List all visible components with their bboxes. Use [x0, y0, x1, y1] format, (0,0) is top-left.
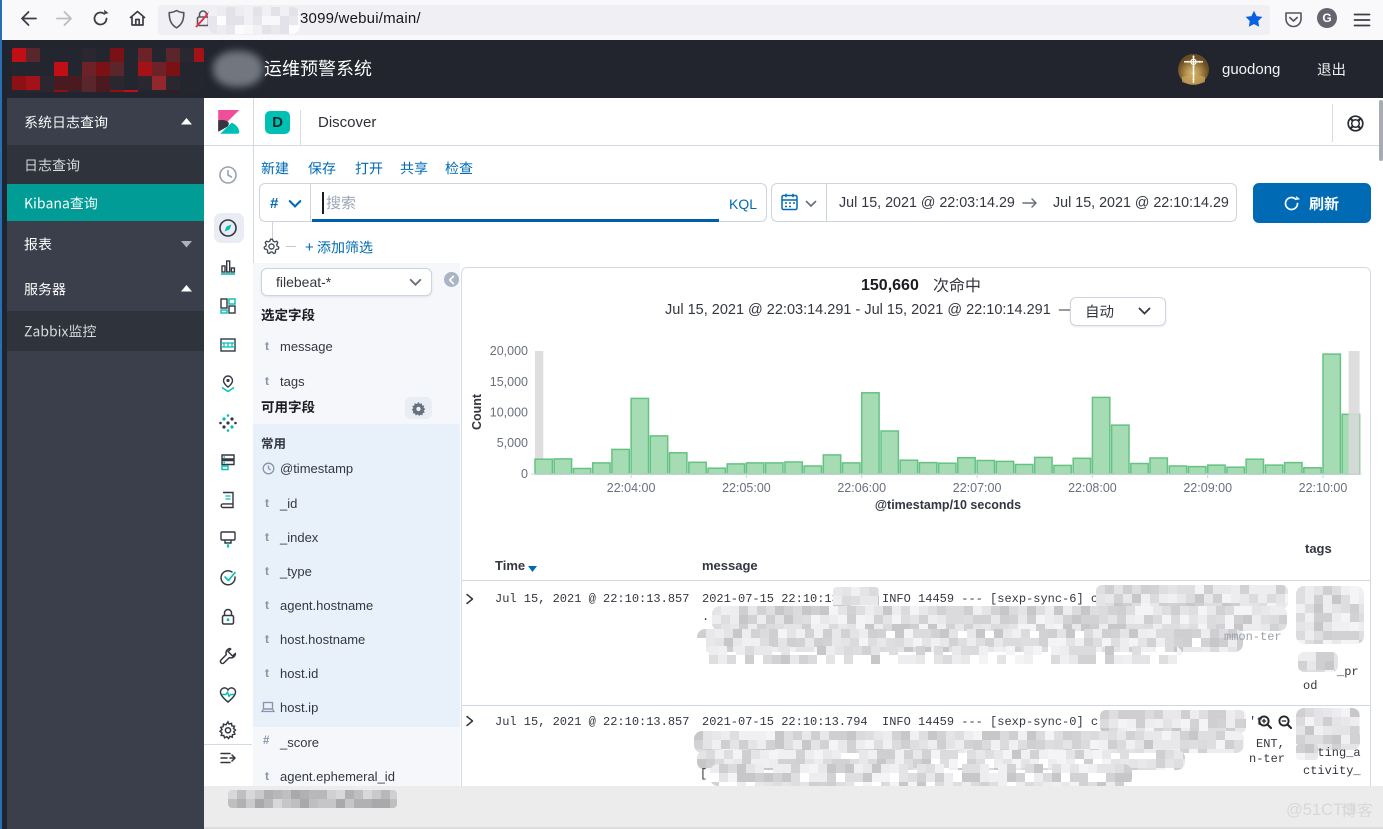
- svg-text:22:07:00: 22:07:00: [953, 481, 1002, 495]
- svg-text:22:09:00: 22:09:00: [1183, 481, 1232, 495]
- svg-text:22:04:00: 22:04:00: [607, 481, 656, 495]
- svg-text:22:06:00: 22:06:00: [837, 481, 886, 495]
- svg-text:22:10:00: 22:10:00: [1299, 481, 1348, 495]
- svg-text:22:05:00: 22:05:00: [722, 481, 771, 495]
- svg-text:15,000: 15,000: [490, 375, 528, 389]
- svg-text:22:08:00: 22:08:00: [1068, 481, 1117, 495]
- svg-text:5,000: 5,000: [497, 436, 528, 450]
- svg-text:0: 0: [521, 467, 528, 481]
- svg-text:20,000: 20,000: [490, 344, 528, 358]
- svg-text:@timestamp/10 seconds: @timestamp/10 seconds: [875, 498, 1021, 512]
- svg-text:10,000: 10,000: [490, 406, 528, 420]
- svg-text:Count: Count: [470, 393, 484, 430]
